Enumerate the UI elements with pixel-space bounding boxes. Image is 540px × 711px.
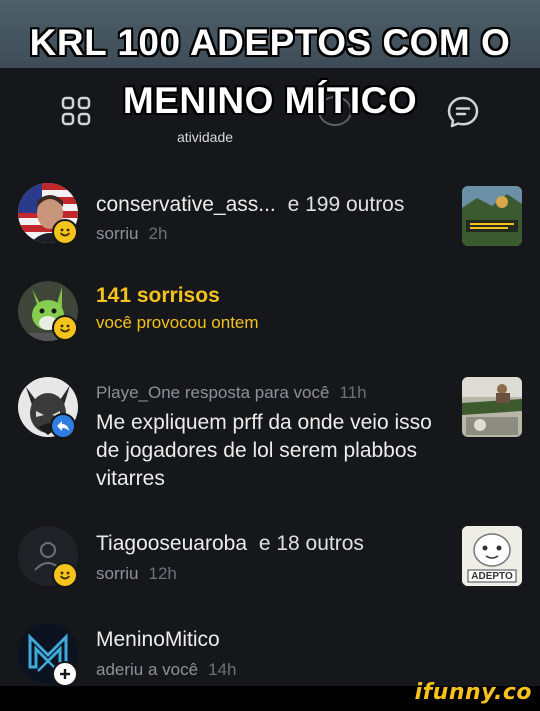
meme-caption-line-1: KRL 100 ADEPTOS COM O xyxy=(29,22,511,63)
plus-badge-icon xyxy=(52,661,78,687)
notification-subtitle: sorriu 2h xyxy=(96,224,167,244)
action-text: sorriu xyxy=(96,224,139,243)
notification-subtitle: você provocou ontem xyxy=(96,313,259,332)
thumbnail-caption: ADEPTO xyxy=(471,571,513,582)
reply-comment-text[interactable]: Me expliquem prff da onde veio isso de j… xyxy=(96,409,446,493)
username[interactable]: Tiagooseuaroba xyxy=(96,532,247,555)
notification-title: conservative_ass... e 199 outros xyxy=(96,193,404,217)
timestamp: 14h xyxy=(208,660,237,679)
username[interactable]: conservative_ass... xyxy=(96,193,276,216)
post-thumbnail[interactable]: ADEPTO xyxy=(462,526,522,586)
smile-badge-icon xyxy=(52,562,78,588)
reply-badge-icon xyxy=(50,413,76,439)
tab-label-activity[interactable]: atividade xyxy=(0,129,540,145)
post-thumbnail[interactable] xyxy=(462,377,522,437)
post-thumbnail[interactable] xyxy=(462,186,522,246)
others-count: e 199 outros xyxy=(287,193,405,216)
action-text: aderiu a você xyxy=(96,660,199,679)
smile-badge-icon xyxy=(52,219,78,245)
notification-title: Tiagooseuaroba e 18 outros xyxy=(96,532,364,556)
action-text: sorriu xyxy=(96,564,139,583)
timestamp: 12h xyxy=(148,564,177,583)
notification-subtitle: sorriu 12h xyxy=(96,564,177,584)
reply-author[interactable]: Playe_One resposta para você xyxy=(96,383,329,402)
timestamp: 2h xyxy=(148,224,168,243)
smiles-count-headline: 141 sorrisos xyxy=(96,284,220,307)
ifunny-watermark: ifunny.co xyxy=(414,680,532,705)
others-count: e 18 outros xyxy=(258,532,364,555)
smile-badge-icon xyxy=(52,315,78,341)
notification-subtitle: aderiu a você 14h xyxy=(96,660,236,680)
meme-caption-line-2: MENINO MÍTICO xyxy=(122,80,418,121)
timestamp: 11h xyxy=(339,383,367,402)
reply-author-line: Playe_One resposta para você 11h xyxy=(96,383,367,403)
username[interactable]: MeninoMitico xyxy=(96,628,220,652)
